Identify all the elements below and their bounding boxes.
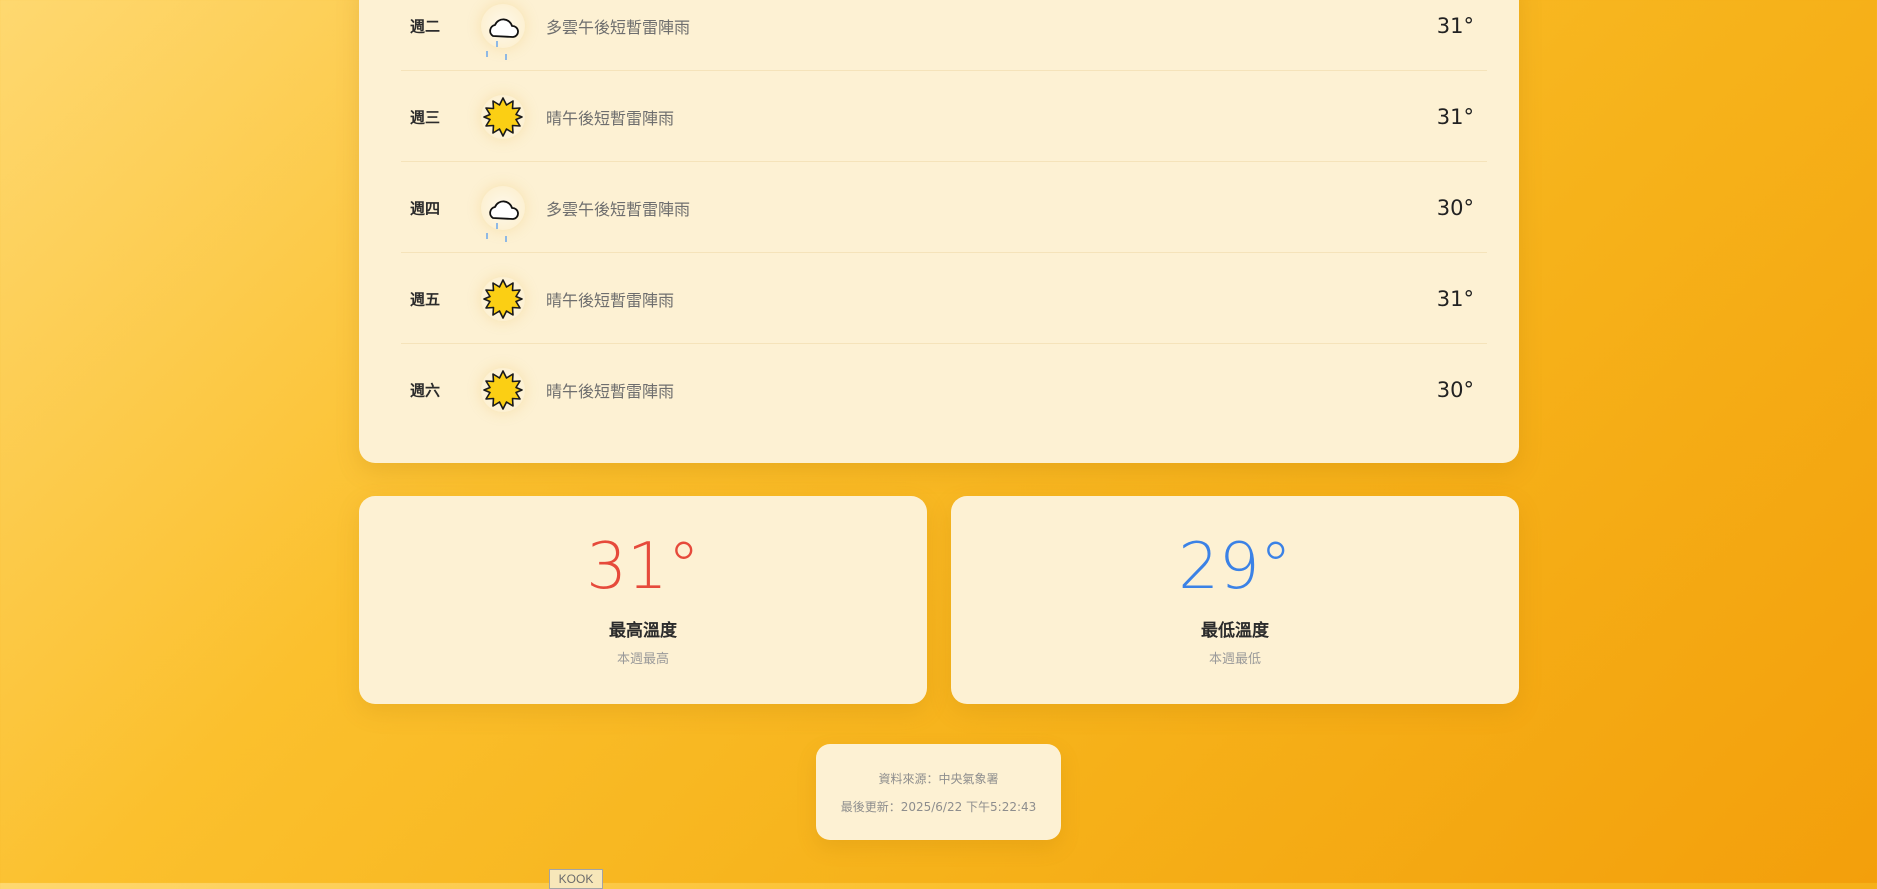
forecast-day: 週六 bbox=[410, 381, 441, 399]
sun-icon bbox=[481, 276, 525, 321]
forecast-temp: 31° bbox=[1436, 13, 1474, 38]
forecast-row-thursday: 週四 多雲午後短暫雷陣雨 30° bbox=[359, 162, 1519, 253]
low-temp-card: 29° 最低溫度 本週最低 bbox=[951, 496, 1519, 704]
sun-icon bbox=[481, 367, 525, 412]
data-source-card: 資料來源：中央氣象署 最後更新：2025/6/22 下午5:22:43 bbox=[816, 744, 1061, 840]
high-temp-card: 31° 最高溫度 本週最高 bbox=[359, 496, 927, 704]
low-temp-sublabel: 本週最低 bbox=[1208, 652, 1261, 667]
forecast-temp: 31° bbox=[1436, 286, 1474, 311]
low-temp-label: 最低溫度 bbox=[1201, 621, 1269, 641]
forecast-day: 週二 bbox=[410, 17, 441, 35]
forecast-description: 多雲午後短暫雷陣雨 bbox=[546, 199, 691, 219]
sun-icon bbox=[481, 94, 525, 139]
rain-cloud-icon bbox=[481, 3, 525, 60]
forecast-temp: 30° bbox=[1436, 377, 1474, 402]
forecast-row-tuesday: 週二 多雲午後短暫雷陣雨 31° bbox=[359, 0, 1519, 71]
forecast-day: 週五 bbox=[410, 290, 441, 308]
low-temp-value: 29° bbox=[1178, 530, 1292, 604]
weekly-forecast-card: 週二 多雲午後短暫雷陣雨 31° 週三 晴午後短暫雷陣雨 31° 週四 多雲午後… bbox=[359, 0, 1519, 463]
high-temp-sublabel: 本週最高 bbox=[616, 652, 669, 667]
forecast-row-saturday: 週六 晴午後短暫雷陣雨 30° bbox=[359, 344, 1519, 435]
forecast-description: 晴午後短暫雷陣雨 bbox=[546, 381, 675, 401]
data-source-text: 資料來源：中央氣象署 bbox=[878, 772, 999, 786]
forecast-description: 多雲午後短暫雷陣雨 bbox=[546, 17, 691, 37]
forecast-description: 晴午後短暫雷陣雨 bbox=[546, 290, 675, 310]
forecast-row-friday: 週五 晴午後短暫雷陣雨 31° bbox=[359, 253, 1519, 344]
forecast-temp: 31° bbox=[1436, 104, 1474, 129]
high-temp-label: 最高溫度 bbox=[609, 621, 677, 641]
forecast-temp: 30° bbox=[1436, 195, 1474, 220]
high-temp-value: 31° bbox=[586, 530, 700, 604]
rain-cloud-icon bbox=[481, 185, 525, 242]
kook-badge[interactable]: KOOK bbox=[549, 869, 603, 889]
forecast-description: 晴午後短暫雷陣雨 bbox=[546, 108, 675, 128]
forecast-row-wednesday: 週三 晴午後短暫雷陣雨 31° bbox=[359, 71, 1519, 162]
forecast-day: 週三 bbox=[410, 108, 441, 126]
last-updated-text: 最後更新：2025/6/22 下午5:22:43 bbox=[840, 800, 1037, 814]
forecast-day: 週四 bbox=[410, 199, 441, 217]
